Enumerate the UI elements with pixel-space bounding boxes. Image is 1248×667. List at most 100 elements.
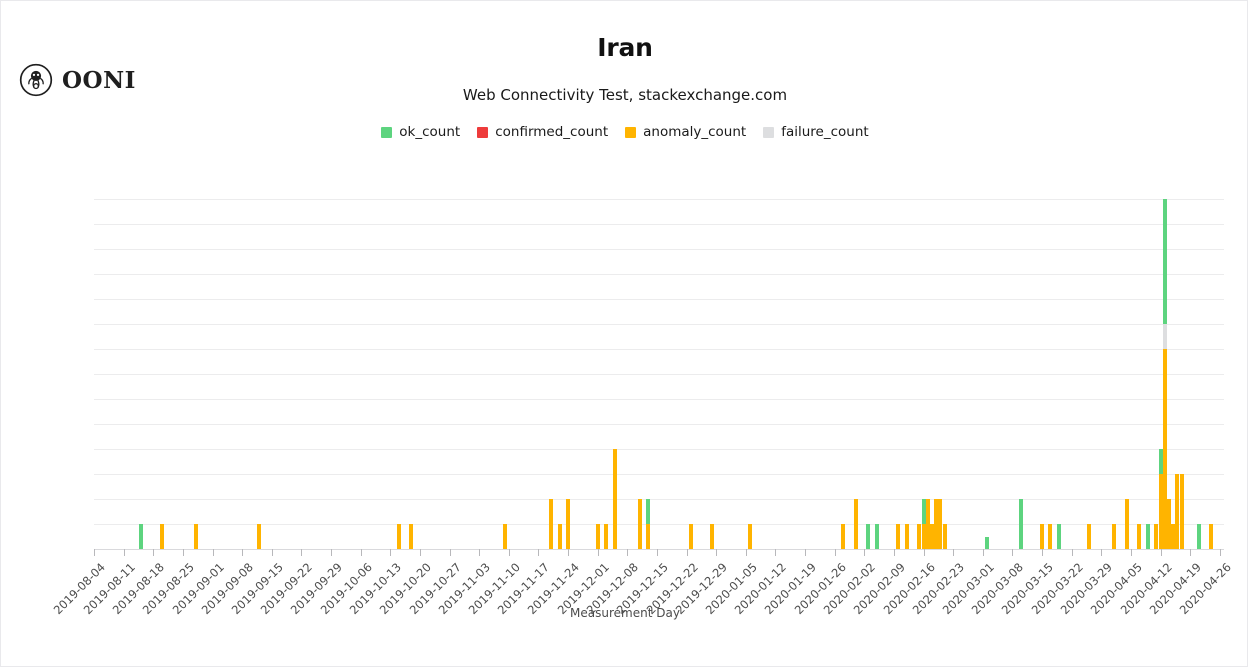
x-tick-mark (597, 549, 599, 556)
bar-segment-anomaly (604, 524, 609, 549)
bar-segment-failure (1162, 324, 1167, 349)
bar-column[interactable] (502, 524, 507, 549)
bar-segment-ok (1056, 524, 1061, 549)
bar-segment-anomaly (193, 524, 198, 549)
bar-column[interactable] (612, 449, 617, 549)
bar-segment-anomaly (396, 524, 401, 549)
legend-item-confirmed-count[interactable]: confirmed_count (477, 124, 608, 140)
page-title: Iran (597, 33, 653, 62)
bar-column[interactable] (138, 524, 143, 549)
bar-column[interactable] (709, 524, 714, 549)
x-tick-mark (390, 549, 392, 556)
bar-column[interactable] (1086, 524, 1091, 549)
x-tick-mark (1160, 549, 1162, 556)
legend-item-failure-count[interactable]: failure_count (763, 124, 869, 140)
bar-column[interactable] (1162, 199, 1167, 549)
x-tick-mark (834, 549, 836, 556)
bar-column[interactable] (866, 524, 871, 549)
x-tick-mark (656, 549, 658, 556)
bar-segment-anomaly (637, 499, 642, 549)
bar-column[interactable] (841, 524, 846, 549)
bar-column[interactable] (1124, 499, 1129, 549)
legend-swatch-icon (625, 126, 637, 138)
bar-segment-anomaly (1040, 524, 1044, 549)
bar-column[interactable] (193, 524, 198, 549)
bar-column[interactable] (942, 524, 947, 549)
x-tick-mark (419, 549, 421, 556)
bar-segment-ok (1162, 199, 1167, 324)
bar-segment-anomaly (841, 524, 846, 549)
bar-column[interactable] (595, 524, 600, 549)
bar-column[interactable] (159, 524, 164, 549)
bar-segment-anomaly (595, 524, 600, 549)
x-tick-mark (242, 549, 244, 556)
bar-column[interactable] (1040, 524, 1044, 549)
bar-column[interactable] (1179, 474, 1184, 549)
bar-column[interactable] (1137, 524, 1142, 549)
x-tick-mark (982, 549, 984, 556)
legend-item-anomaly-count[interactable]: anomaly_count (625, 124, 746, 140)
x-tick-mark (479, 549, 481, 556)
x-tick-mark (893, 549, 895, 556)
x-tick-mark (360, 549, 362, 556)
bar-column[interactable] (637, 499, 642, 549)
legend-label: anomaly_count (643, 124, 747, 140)
bar-column[interactable] (688, 524, 693, 549)
x-tick-mark (182, 549, 184, 556)
bar-segment-ok (1018, 499, 1023, 549)
bar-column[interactable] (1048, 524, 1053, 549)
x-tick-mark (1012, 549, 1014, 556)
bar-column[interactable] (853, 499, 858, 549)
bar-segment-anomaly (1111, 524, 1116, 549)
bar-column[interactable] (984, 536, 989, 549)
bar-segment-anomaly (409, 524, 414, 549)
bar-column[interactable] (1209, 524, 1214, 549)
x-tick-mark (331, 549, 332, 556)
bar-segment-anomaly (709, 524, 714, 549)
bar-segment-anomaly (159, 524, 164, 549)
x-tick-mark (94, 549, 95, 556)
bar-segment-ok (138, 524, 143, 549)
legend-item-ok-count[interactable]: ok_count (381, 124, 460, 140)
bar-column[interactable] (1056, 524, 1061, 549)
x-tick-mark (449, 549, 451, 556)
bar-segment-anomaly (257, 524, 262, 549)
bar-column[interactable] (896, 524, 901, 549)
legend-swatch-icon (763, 126, 775, 138)
x-tick-mark (953, 549, 955, 556)
bar-column[interactable] (257, 524, 262, 549)
bar-segment-anomaly (1179, 474, 1184, 549)
bar-segment-anomaly (1209, 524, 1214, 549)
x-axis-title: Measurement Day (570, 606, 680, 620)
bar-column[interactable] (1018, 499, 1023, 549)
bar-column[interactable] (904, 524, 909, 549)
x-tick-mark (538, 549, 540, 556)
bar-column[interactable] (1111, 524, 1116, 549)
bar-segment-anomaly (612, 449, 617, 549)
bar-column[interactable] (1196, 524, 1201, 549)
bar-column[interactable] (396, 524, 401, 549)
bar-segment-anomaly (502, 524, 507, 549)
bar-column[interactable] (1145, 524, 1150, 549)
bar-column[interactable] (409, 524, 414, 549)
bar-column[interactable] (557, 524, 562, 549)
bar-segment-anomaly (1048, 524, 1053, 549)
bar-segment-anomaly (566, 499, 570, 549)
bar-segment-anomaly (1124, 499, 1129, 549)
x-tick-mark (805, 549, 806, 556)
x-axis: 2019-08-04 2019-08-11 2019-08-18 2019-08-25… (51, 549, 1234, 617)
bar-column[interactable] (874, 524, 879, 549)
x-tick-mark (1219, 549, 1221, 556)
bar-column[interactable] (566, 499, 570, 549)
legend-swatch-icon (381, 126, 393, 138)
bar-column[interactable] (747, 524, 752, 549)
bar-segment-ok (1145, 524, 1150, 549)
bar-segment-ok (984, 536, 989, 549)
bar-column[interactable] (646, 499, 651, 549)
bar-segment-ok (646, 499, 651, 524)
bar-segment-anomaly (646, 524, 651, 549)
x-tick-mark (1042, 549, 1043, 556)
bar-segment-anomaly (688, 524, 693, 549)
bar-column[interactable] (549, 499, 554, 549)
bar-column[interactable] (604, 524, 609, 549)
